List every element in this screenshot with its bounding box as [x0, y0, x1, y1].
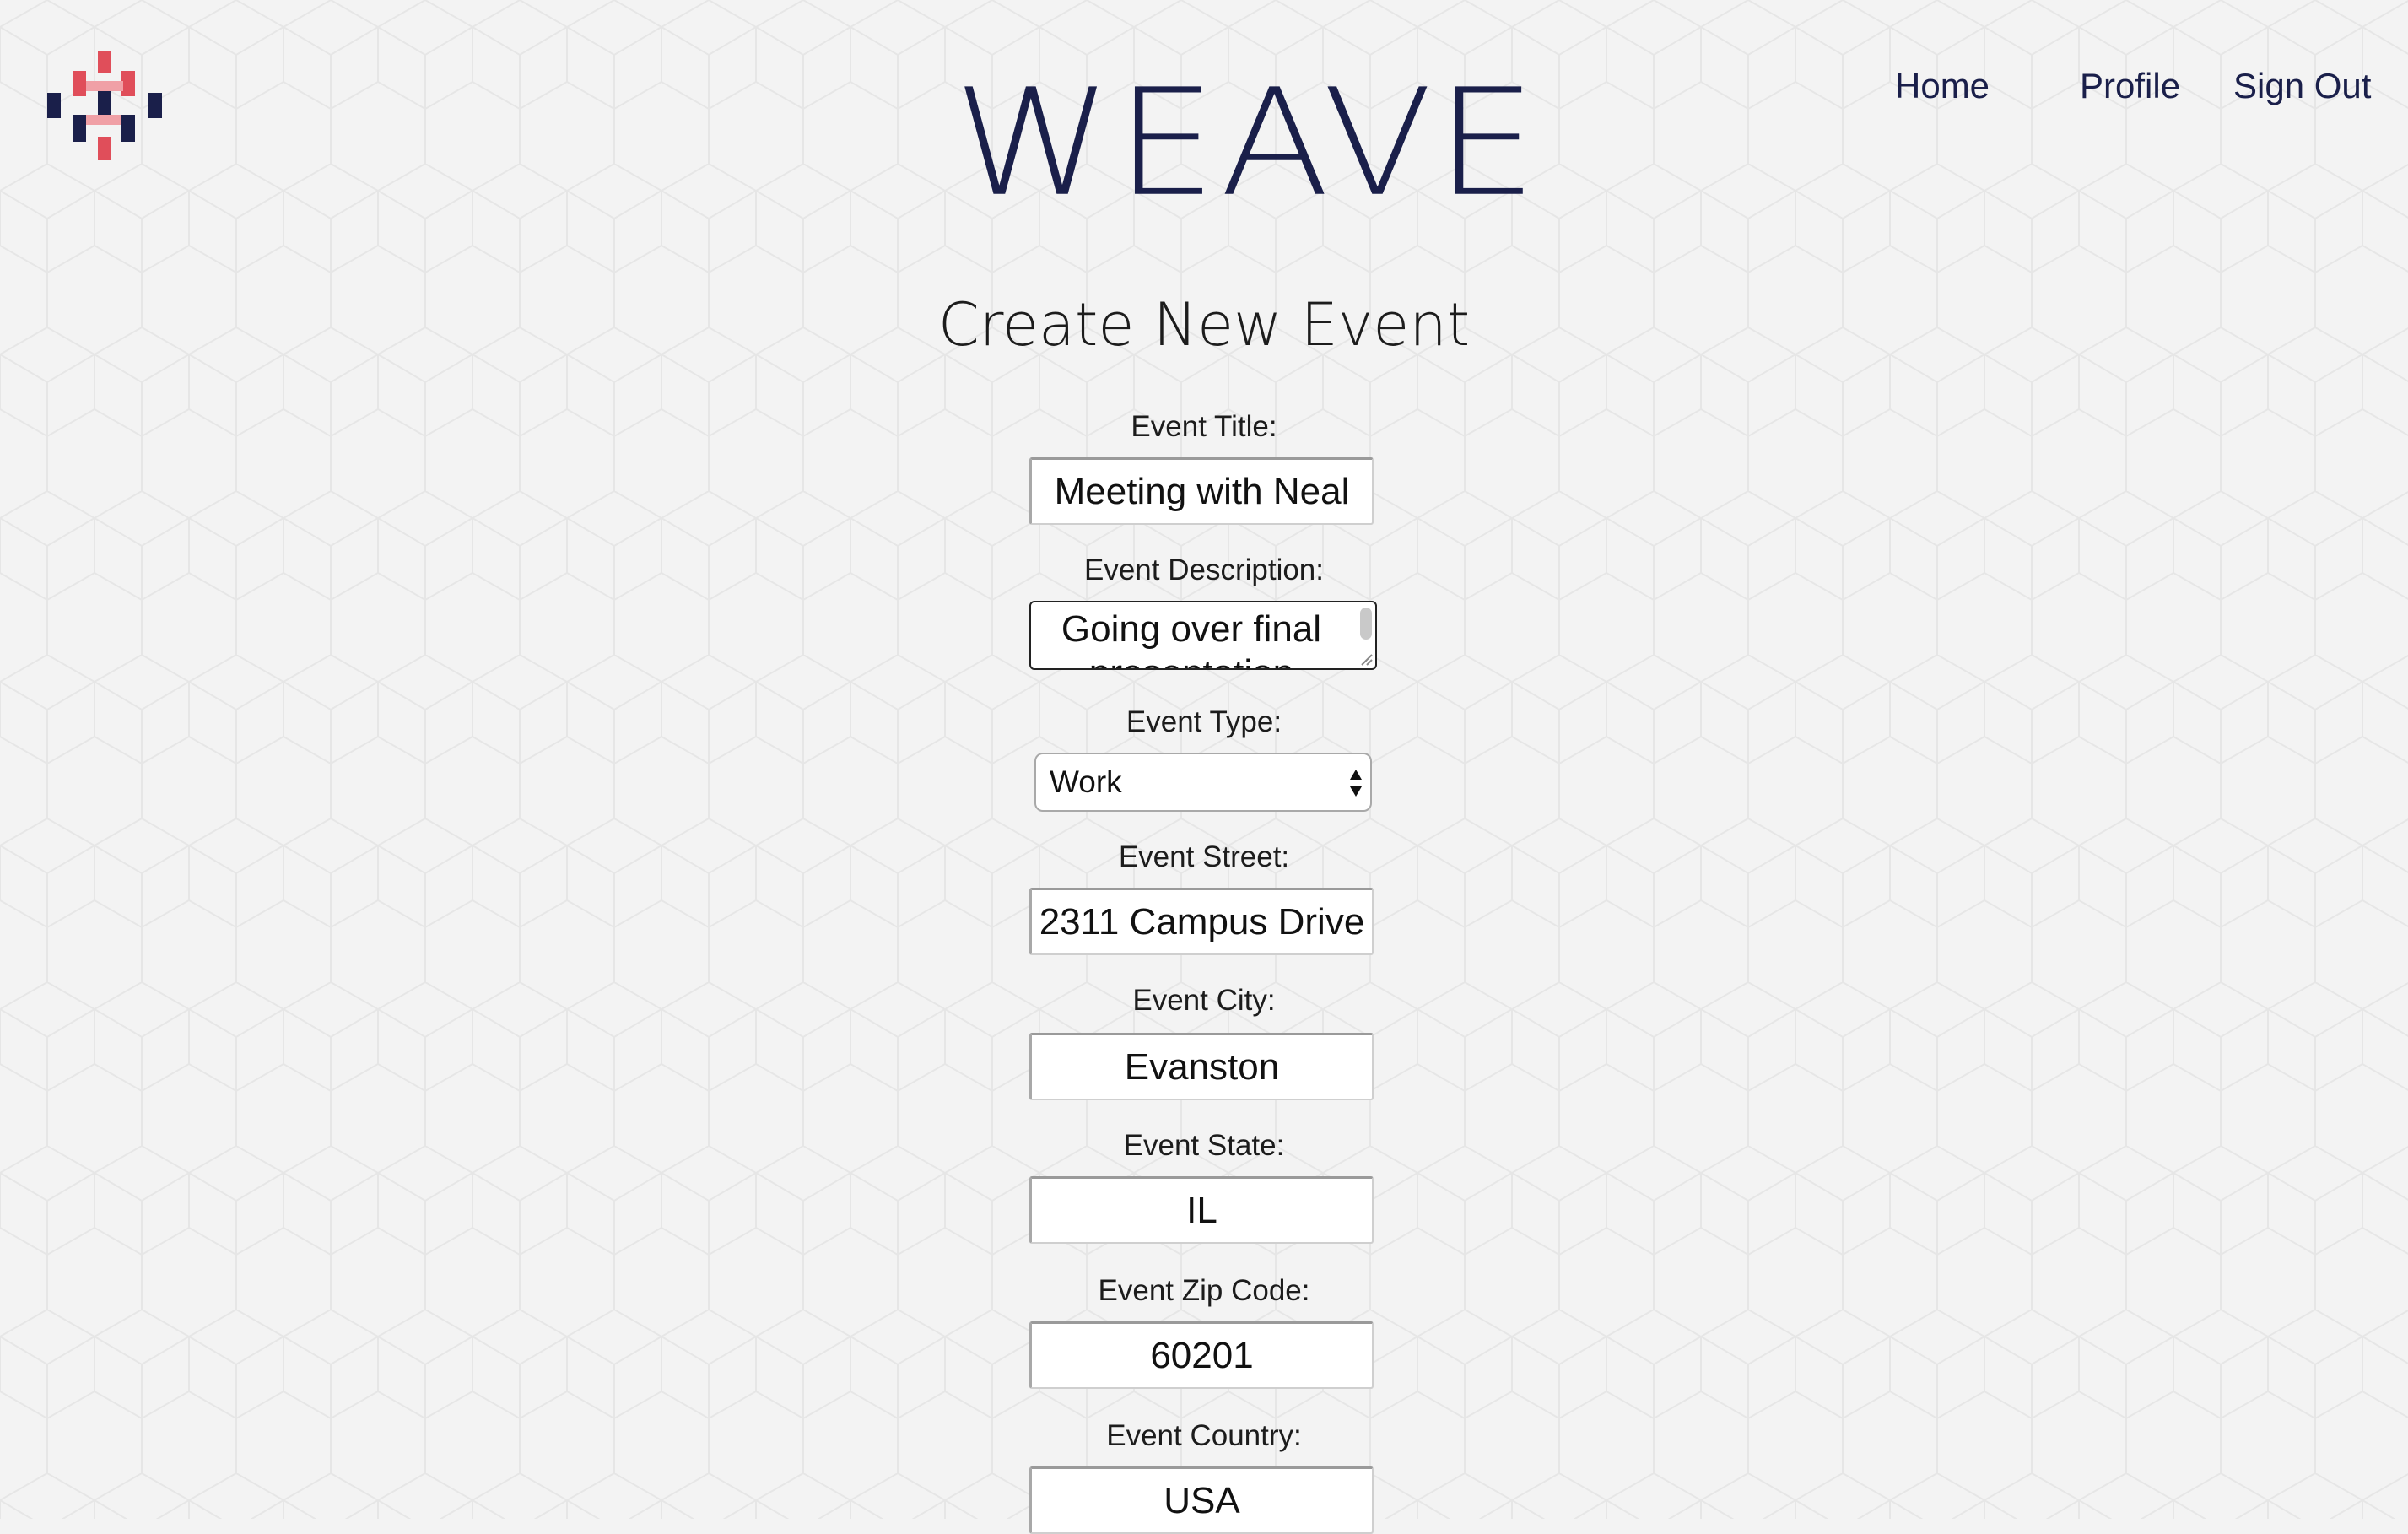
event-state-label: Event State:: [1123, 1129, 1285, 1162]
event-street-input[interactable]: [1029, 888, 1374, 955]
nav-sign-out-link[interactable]: Sign Out: [2233, 66, 2371, 106]
nav-profile-link[interactable]: Profile: [2080, 66, 2180, 106]
event-city-input[interactable]: [1029, 1033, 1374, 1100]
event-description-text: Going over final presentation: [1061, 608, 1322, 668]
event-country-label: Event Country:: [1106, 1419, 1302, 1452]
nav-home-link[interactable]: Home: [1895, 66, 1990, 106]
weave-logo-icon[interactable]: [47, 47, 165, 164]
event-city-label: Event City:: [1132, 984, 1276, 1017]
event-street-label: Event Street:: [1118, 840, 1290, 873]
event-description-textarea[interactable]: Going over final presentation: [1029, 601, 1377, 670]
event-type-select[interactable]: Work: [1034, 753, 1372, 812]
resize-handle-icon[interactable]: [1360, 653, 1374, 667]
event-country-input[interactable]: [1029, 1466, 1374, 1534]
event-type-value: Work: [1050, 764, 1122, 799]
event-description-label: Event Description:: [1083, 554, 1325, 586]
event-zip-input[interactable]: [1029, 1321, 1374, 1389]
event-state-input[interactable]: [1029, 1176, 1374, 1244]
select-arrows-icon: [1350, 770, 1362, 797]
page-title: Create New Event: [937, 290, 1471, 359]
event-zip-label: Event Zip Code:: [1098, 1274, 1310, 1307]
event-title-input[interactable]: [1029, 457, 1374, 525]
textarea-scrollbar[interactable]: [1360, 608, 1372, 640]
event-title-label: Event Title:: [1131, 410, 1277, 443]
event-type-label: Event Type:: [1126, 705, 1282, 738]
brand-name: WEAVE: [953, 57, 1541, 230]
